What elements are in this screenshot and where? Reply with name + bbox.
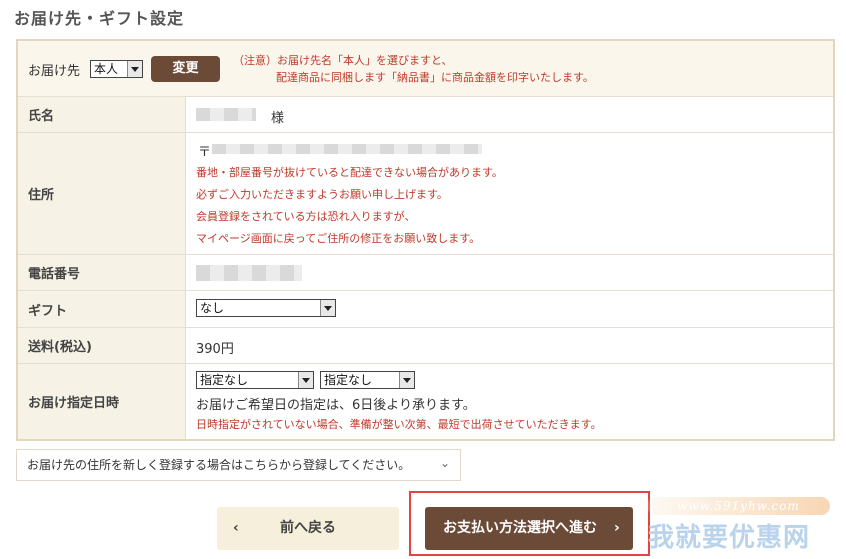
delivery-date-selected: 指定なし [200,373,249,387]
address-row: 住所 〒 番地・部屋番号が抜けていると配達できない場合があります。 必ずご入力い… [18,132,833,254]
delivery-date-note: 日時指定がされていない場合、準備が整い次第、最短で出荷させていただきます。 [196,418,602,431]
recipient-label: お届け先 [28,64,81,79]
chevron-down-icon [399,372,414,388]
address-note-4: マイページ画面に戻ってご住所の修正をお願い致します。 [196,232,481,245]
shipping-label: 送料(税込) [18,328,186,363]
address-label: 住所 [18,133,186,254]
change-button[interactable]: 変更 [151,56,220,82]
watermark-text: 我就要优惠网 [648,523,811,553]
delivery-date-label: お届け指定日時 [18,364,186,439]
recipient-selected: 本人 [94,62,119,76]
chevron-down-icon [298,372,313,388]
recipient-notice-1: （注意）お届け先名「本人」を選びますと、 [233,54,453,67]
delivery-date-value: 指定なし 指定なし お届けご希望日の指定は、6日後より承ります。 日時指定がされ… [196,364,833,439]
watermark-url: www.591yhw.com [647,497,830,515]
name-value: 様 [196,97,833,132]
chevron-down-icon [127,61,142,77]
postal-mark: 〒 [198,145,212,160]
phone-value [196,255,833,290]
register-address-text: お届け先の住所を新しく登録する場合はこちらから登録してください。 [27,458,411,472]
page-title: お届け先・ギフト設定 [14,9,185,28]
shipping-value: 390円 [196,328,833,363]
highlight-box [409,491,650,556]
name-suffix: 様 [271,111,285,126]
phone-redacted [196,265,302,281]
phone-row: 電話番号 [18,254,833,290]
delivery-form: お届け先 本人 変更 （注意）お届け先名「本人」を選びますと、 配達商品に同梱し… [16,39,835,441]
address-redacted [212,144,482,154]
chevron-left-icon: ‹ [233,520,239,536]
gift-label: ギフト [18,291,186,327]
shipping-amount: 390円 [196,342,234,357]
recipient-row: お届け先 本人 変更 （注意）お届け先名「本人」を選びますと、 配達商品に同梱し… [18,41,833,96]
back-button[interactable]: ‹ 前へ戻る [217,507,399,550]
delivery-time-select[interactable]: 指定なし [320,371,415,389]
recipient-select[interactable]: 本人 [90,60,143,78]
register-address-link[interactable]: お届け先の住所を新しく登録する場合はこちらから登録してください。 ⌄ [16,449,461,481]
address-value: 〒 番地・部屋番号が抜けていると配達できない場合があります。 必ずご入力いただき… [196,133,833,254]
shipping-row: 送料(税込) 390円 [18,327,833,363]
address-note-2: 必ずご入力いただきますようお願い申し上げます。 [196,188,448,201]
back-button-label: 前へ戻る [280,520,336,536]
chevron-down-icon [320,300,335,316]
name-row: 氏名 様 [18,96,833,132]
recipient-notice-2: 配達商品に同梱します「納品書」に商品金額を印字いたします。 [276,71,594,84]
delivery-date-info: お届けご希望日の指定は、6日後より承ります。 [196,398,476,413]
name-label: 氏名 [18,97,186,132]
delivery-time-selected: 指定なし [324,373,373,387]
gift-row: ギフト なし [18,290,833,327]
delivery-date-select[interactable]: 指定なし [196,371,314,389]
phone-label: 電話番号 [18,255,186,290]
delivery-date-row: お届け指定日時 指定なし 指定なし お届けご希望日の指定は、6日後より承ります。… [18,363,833,439]
gift-selected: なし [200,301,225,315]
chevron-down-icon: ⌄ [439,456,450,470]
address-note-1: 番地・部屋番号が抜けていると配達できない場合があります。 [196,166,503,179]
name-redacted [196,108,256,121]
gift-value: なし [196,291,833,327]
address-note-3: 会員登録をされている方は恐れ入りますが、 [196,210,416,223]
gift-select[interactable]: なし [196,299,336,317]
